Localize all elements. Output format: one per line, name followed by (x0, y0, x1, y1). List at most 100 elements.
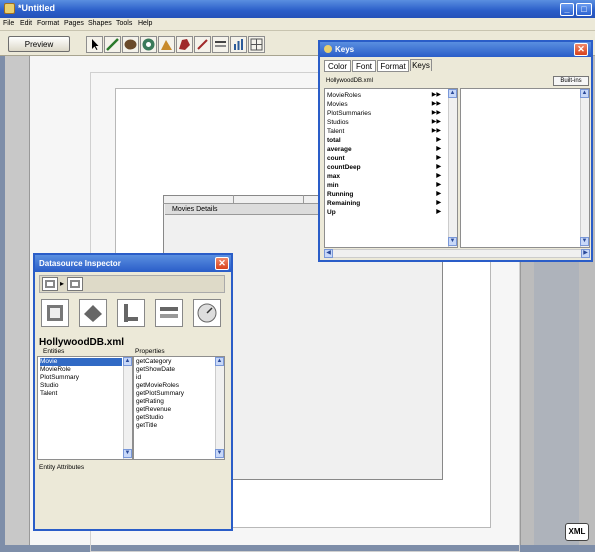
expand-arrow-icon[interactable]: ▶▶ (432, 118, 441, 127)
property-item[interactable]: id (136, 374, 218, 382)
preview-button[interactable]: Preview (8, 36, 70, 52)
text-field-tool-icon[interactable] (212, 36, 229, 53)
menu-edit[interactable]: Edit (20, 20, 32, 27)
gauge-icon[interactable] (193, 299, 221, 327)
scroll-up-icon[interactable]: ▲ (580, 89, 589, 98)
datasource-icon[interactable] (42, 277, 58, 291)
chart-tool-icon[interactable] (230, 36, 247, 53)
menu-format[interactable]: Format (37, 20, 59, 27)
tab-color[interactable]: Color (324, 60, 351, 72)
property-item[interactable]: getRating (136, 398, 218, 406)
property-item[interactable]: getMovieRoles (136, 382, 218, 390)
entities-scrollbar[interactable]: ▲ ▼ (123, 357, 132, 459)
scroll-down-icon[interactable]: ▼ (215, 449, 224, 458)
tab-font[interactable]: Font (352, 60, 376, 72)
key-item[interactable]: Remaining ▶ (327, 199, 451, 208)
expand-arrow-icon[interactable]: ▶▶ (432, 100, 441, 109)
scroll-down-icon[interactable]: ▼ (123, 449, 132, 458)
keys-horizontal-scrollbar[interactable]: ◀ ▶ (324, 249, 590, 258)
arrow-tool-icon[interactable] (86, 36, 103, 53)
property-item[interactable]: getStudio (136, 414, 218, 422)
entity-item[interactable]: MovieRole (40, 366, 122, 374)
image-tool-icon[interactable] (158, 36, 175, 53)
menu-help[interactable]: Help (138, 20, 152, 27)
scroll-down-icon[interactable]: ▼ (580, 237, 589, 246)
key-item[interactable]: max ▶ (327, 172, 451, 181)
key-item[interactable]: Movies ▶▶ (327, 100, 451, 109)
shape-tool-icon[interactable] (122, 36, 139, 53)
key-item[interactable]: PlotSummaries ▶▶ (327, 109, 451, 118)
entities-list[interactable]: Movie MovieRole PlotSummary Studio Talent ▲ … (37, 356, 133, 460)
inspector-titlebar[interactable]: Datasource Inspector ✕ (35, 255, 231, 272)
property-item[interactable]: getPlotSummary (136, 390, 218, 398)
key-item[interactable]: total ▶ (327, 136, 451, 145)
keys-close-icon[interactable]: ✕ (574, 43, 588, 56)
xml-badge[interactable]: XML (565, 523, 589, 541)
entity-item[interactable]: Talent (40, 390, 122, 398)
maximize-button[interactable]: □ (576, 3, 592, 16)
expand-arrow-icon[interactable]: ▶ (436, 154, 441, 163)
table-tool-icon[interactable] (248, 36, 265, 53)
expand-arrow-icon[interactable]: ▶▶ (432, 91, 441, 100)
expand-arrow-icon[interactable]: ▶ (436, 172, 441, 181)
polygon-tool-icon[interactable] (176, 36, 193, 53)
list-view-icon[interactable] (155, 299, 183, 327)
key-item[interactable]: count ▶ (327, 154, 451, 163)
pen-tool-icon[interactable] (194, 36, 211, 53)
properties-scrollbar[interactable]: ▲ ▼ (215, 357, 224, 459)
property-item[interactable]: getShowDate (136, 366, 218, 374)
expand-arrow-icon[interactable]: ▶ (436, 190, 441, 199)
scroll-up-icon[interactable]: ▲ (215, 357, 224, 366)
keys-detail-list[interactable]: ▲ ▼ (460, 88, 590, 248)
builtins-button[interactable]: Built-ins (553, 76, 589, 86)
scroll-up-icon[interactable]: ▲ (123, 357, 132, 366)
entity-item[interactable]: Studio (40, 382, 122, 390)
entity-view-icon[interactable] (41, 299, 69, 327)
expand-arrow-icon[interactable]: ▶▶ (432, 127, 441, 136)
relationship-icon[interactable] (79, 299, 107, 327)
menu-file[interactable]: File (3, 20, 14, 27)
key-item[interactable]: countDeep ▶ (327, 163, 451, 172)
expand-arrow-icon[interactable]: ▶ (436, 199, 441, 208)
expand-arrow-icon[interactable]: ▶▶ (432, 109, 441, 118)
movie-details-label: Movies Details (172, 206, 218, 213)
expand-arrow-icon[interactable]: ▶ (436, 181, 441, 190)
keys-list-scrollbar[interactable]: ▲ ▼ (448, 89, 457, 247)
menu-shapes[interactable]: Shapes (88, 20, 112, 27)
expand-arrow-icon[interactable]: ▶ (436, 145, 441, 154)
keys-detail-scrollbar[interactable]: ▲ ▼ (580, 89, 589, 247)
property-item[interactable]: getCategory (136, 358, 218, 366)
line-tool-icon[interactable] (104, 36, 121, 53)
entity-icon[interactable] (67, 277, 83, 291)
keys-list[interactable]: MovieRoles ▶▶ Movies ▶▶ PlotSummaries ▶▶ Studi… (324, 88, 458, 248)
inspector-close-icon[interactable]: ✕ (215, 257, 229, 270)
expand-arrow-icon[interactable]: ▶ (436, 136, 441, 145)
scroll-left-icon[interactable]: ◀ (324, 249, 333, 258)
tab-format[interactable]: Format (377, 60, 409, 72)
scroll-right-icon[interactable]: ▶ (581, 249, 590, 258)
key-item[interactable]: MovieRoles ▶▶ (327, 91, 451, 100)
key-item[interactable]: min ▶ (327, 181, 451, 190)
expand-arrow-icon[interactable]: ▶ (436, 163, 441, 172)
menu-pages[interactable]: Pages (64, 20, 84, 27)
inspector-datasource-name: HollywoodDB.xml (39, 337, 125, 348)
scroll-up-icon[interactable]: ▲ (448, 89, 457, 98)
menu-tools[interactable]: Tools (116, 20, 132, 27)
expand-arrow-icon[interactable]: ▶ (436, 208, 441, 217)
key-item[interactable]: Studios ▶▶ (327, 118, 451, 127)
key-item[interactable]: Talent ▶▶ (327, 127, 451, 136)
tab-keys[interactable]: Keys (410, 59, 432, 71)
property-item[interactable]: getTitle (136, 422, 218, 430)
entity-item[interactable]: PlotSummary (40, 374, 122, 382)
properties-list[interactable]: getCategory getShowDate id getMovieRoles get… (133, 356, 225, 460)
tree-view-icon[interactable] (117, 299, 145, 327)
key-item[interactable]: Up ▶ (327, 208, 451, 217)
property-item[interactable]: getRevenue (136, 406, 218, 414)
scroll-down-icon[interactable]: ▼ (448, 237, 457, 246)
entity-item[interactable]: Movie (40, 358, 122, 366)
key-item[interactable]: average ▶ (327, 145, 451, 154)
minimize-button[interactable]: _ (560, 3, 574, 16)
key-item[interactable]: Running ▶ (327, 190, 451, 199)
keys-titlebar[interactable]: Keys ✕ (320, 42, 591, 57)
circle-tool-icon[interactable] (140, 36, 157, 53)
